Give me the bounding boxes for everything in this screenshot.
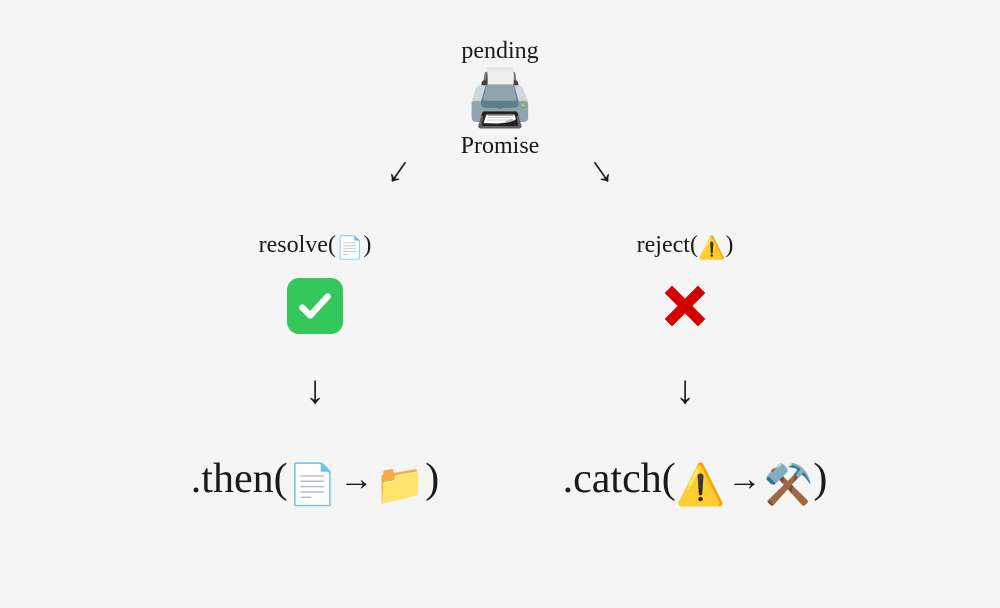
hammers-icon: ⚒️ bbox=[764, 462, 814, 507]
then-suffix: ) bbox=[425, 456, 439, 502]
resolve-close: ) bbox=[363, 232, 371, 258]
reject-status bbox=[657, 278, 713, 336]
document-icon: 📄 bbox=[336, 235, 363, 260]
then-block: .then(📄→📁) bbox=[130, 455, 500, 508]
check-icon bbox=[287, 278, 343, 334]
arrow-to-resolve-icon: ↓ bbox=[380, 148, 419, 192]
resolve-label-block: resolve(📄) bbox=[205, 232, 425, 261]
arrow-to-catch-icon: ↓ bbox=[675, 370, 695, 410]
resolve-status bbox=[287, 278, 343, 334]
promise-label: Promise bbox=[430, 133, 570, 160]
catch-block: .catch(⚠️→⚒️) bbox=[510, 455, 880, 508]
catch-prefix: .catch( bbox=[563, 456, 676, 502]
resolve-text: resolve( bbox=[259, 232, 336, 258]
reject-close: ) bbox=[725, 232, 733, 258]
arrow-right-icon: → bbox=[726, 461, 764, 499]
document-icon: 📄 bbox=[288, 462, 338, 507]
promise-diagram: pending 🖨️ Promise ↓ ↓ resolve(📄) reject… bbox=[0, 0, 1000, 608]
arrow-right-icon: → bbox=[337, 461, 375, 499]
pending-block: pending 🖨️ Promise bbox=[430, 38, 570, 160]
reject-label-block: reject(⚠️) bbox=[575, 232, 795, 261]
reject-text: reject( bbox=[637, 232, 698, 258]
catch-suffix: ) bbox=[813, 456, 827, 502]
warning-icon: ⚠️ bbox=[698, 235, 725, 260]
cross-icon bbox=[657, 278, 713, 334]
printer-icon: 🖨️ bbox=[430, 71, 570, 127]
folder-icon: 📁 bbox=[375, 462, 425, 507]
then-prefix: .then( bbox=[191, 456, 288, 502]
warning-icon: ⚠️ bbox=[676, 462, 726, 507]
arrow-to-reject-icon: ↓ bbox=[580, 148, 619, 192]
arrow-to-then-icon: ↓ bbox=[305, 370, 325, 410]
pending-label: pending bbox=[430, 38, 570, 65]
